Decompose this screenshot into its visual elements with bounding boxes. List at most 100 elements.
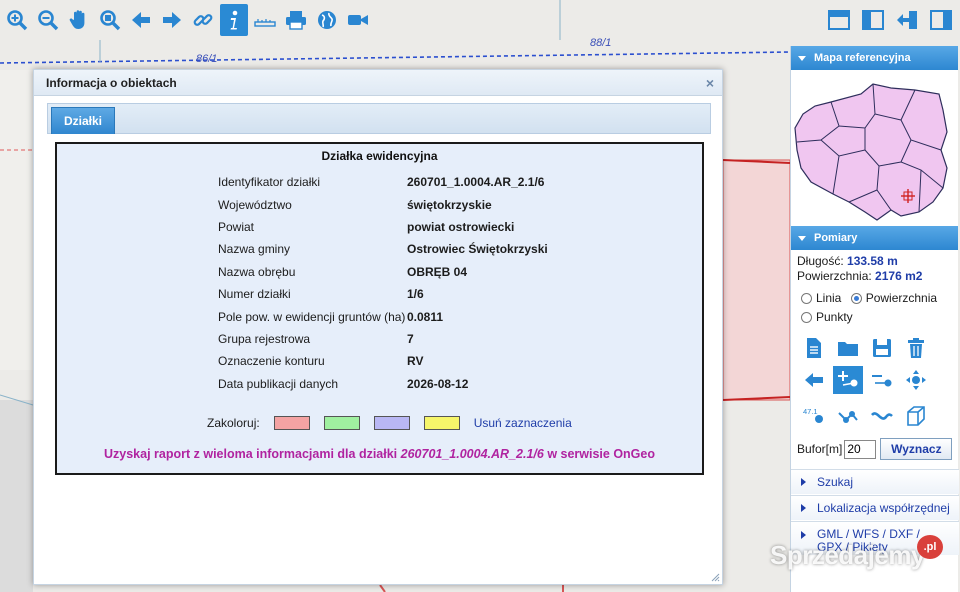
mode-linia-label: Linia — [816, 291, 842, 305]
color-swatch-green[interactable] — [323, 416, 360, 430]
row-label: Nazwa obrębu — [218, 264, 296, 279]
info-icon[interactable] — [220, 4, 248, 36]
parcel-panel: Działka ewidencyjna Identyfikator działk… — [55, 142, 704, 475]
reference-map-header[interactable]: Mapa referencyjna — [791, 46, 958, 70]
row-label: Województwo — [218, 197, 292, 212]
row-label: Identyfikator działki — [218, 175, 321, 190]
search-section-link[interactable]: Szukaj — [791, 469, 959, 494]
attribute-table: Identyfikator działki 260701_1.0004.AR_2.… — [218, 171, 548, 395]
row-value: 260701_1.0004.AR_2.1/6 — [407, 175, 545, 190]
open-folder-icon[interactable] — [833, 334, 863, 362]
right-sidebar: Mapa referencyjna Pomiary Długość: 133.5… — [790, 46, 959, 592]
watermark-logo: Sprzedajemy — [770, 540, 925, 570]
tab-dzialki[interactable]: Działki — [51, 107, 116, 134]
measure-mode-group: Linia Powierzchnia Punkty — [791, 284, 958, 328]
video-camera-icon[interactable] — [344, 4, 372, 36]
table-row: Nazwa gminy Ostrowiec Świętokrzyski — [218, 238, 548, 260]
area-label: Powierzchnia: — [797, 269, 872, 283]
colorize-row: Zakoloruj: Usuń zaznaczenia — [207, 416, 572, 430]
color-swatch-red[interactable] — [273, 416, 310, 430]
export-arrow-icon[interactable] — [892, 6, 922, 34]
forward-arrow-icon[interactable] — [158, 4, 186, 36]
table-row: Grupa rejestrowa 7 — [218, 328, 548, 350]
measurement-results: Długość: 133.58 m Powierzchnia: 2176 m2 — [791, 250, 958, 284]
row-value: 2026-08-12 — [407, 376, 469, 391]
layout-toolbar — [824, 6, 956, 34]
measure-tools-row-1 — [799, 334, 931, 362]
measurements-title: Pomiary — [814, 232, 858, 244]
layout-right-icon[interactable] — [926, 6, 956, 34]
report-parcel-id: 260701_1.0004.AR_2.1/6 — [400, 447, 544, 461]
save-icon[interactable] — [867, 334, 897, 362]
row-value: OBRĘB 04 — [407, 264, 468, 279]
cube-icon[interactable] — [901, 402, 931, 430]
zoom-in-icon[interactable] — [3, 4, 31, 36]
zoom-extent-icon[interactable] — [96, 4, 124, 36]
row-label: Powiat — [218, 219, 255, 234]
caret-right-icon — [801, 531, 806, 539]
mode-punkty-radio[interactable]: Punkty — [801, 309, 853, 326]
new-document-icon[interactable] — [799, 334, 829, 362]
clear-selection-link[interactable]: Usuń zaznaczenia — [474, 416, 572, 430]
point-value-text: 47.1 — [803, 407, 818, 416]
close-icon[interactable]: × — [706, 75, 714, 91]
zoom-out-icon[interactable] — [34, 4, 62, 36]
parcel-label: 88/1 — [590, 37, 612, 49]
row-value: 7 — [407, 331, 414, 346]
compute-buffer-button[interactable]: Wyznacz — [880, 438, 953, 460]
remove-vertex-icon[interactable] — [867, 366, 897, 394]
buffer-input[interactable] — [844, 439, 877, 459]
area-readout: Powierzchnia: 2176 m2 — [797, 269, 952, 284]
mode-powierzchnia-radio[interactable]: Powierzchnia — [850, 290, 937, 307]
row-value: powiat ostrowiecki — [407, 219, 515, 234]
move-cross-icon[interactable] — [901, 366, 931, 394]
watermark-badge: .pl — [917, 535, 943, 559]
row-label: Oznaczenie konturu — [218, 354, 325, 369]
reference-map[interactable] — [791, 70, 958, 226]
measure-tools-row-3: 47.1 — [799, 402, 931, 430]
back-arrow-icon[interactable] — [127, 4, 155, 36]
undo-arrow-icon[interactable] — [799, 366, 829, 394]
row-label: Grupa rejestrowa — [218, 331, 311, 346]
row-value: RV — [407, 354, 424, 369]
coordinate-location-link[interactable]: Lokalizacja współrzędnej — [791, 495, 959, 520]
curve-icon[interactable] — [867, 402, 897, 430]
measure-tools-row-2 — [799, 366, 931, 394]
caret-down-icon — [798, 235, 806, 241]
ruler-icon[interactable] — [251, 4, 279, 36]
table-row: Nazwa obrębu OBRĘB 04 — [218, 261, 548, 283]
resize-grip-icon[interactable] — [710, 572, 720, 582]
row-value: świętokrzyskie — [407, 197, 492, 212]
buffer-label: Bufor[m] — [797, 442, 843, 456]
add-vertex-icon[interactable] — [833, 366, 863, 394]
object-info-dialog: Informacja o obiektach × Działki Działka… — [33, 69, 723, 585]
pan-hand-icon[interactable] — [65, 4, 93, 36]
dialog-header[interactable]: Informacja o obiektach × — [34, 70, 722, 96]
layout-top-icon[interactable] — [824, 6, 854, 34]
color-swatch-blue[interactable] — [373, 416, 410, 430]
point-value-icon[interactable]: 47.1 — [799, 402, 829, 430]
mode-punkty-label: Punkty — [816, 310, 853, 324]
table-row: Numer działki 1/6 — [218, 283, 548, 305]
mode-linia-radio[interactable]: Linia — [801, 290, 841, 307]
table-row: Oznaczenie konturu RV — [218, 350, 548, 372]
row-value: 1/6 — [407, 287, 424, 302]
row-value: Ostrowiec Świętokrzyski — [407, 242, 548, 257]
caret-right-icon — [801, 504, 806, 512]
trash-icon[interactable] — [901, 334, 931, 362]
length-value: 133.58 m — [847, 254, 898, 268]
polyline-icon[interactable] — [833, 402, 863, 430]
table-row: Identyfikator działki 260701_1.0004.AR_2.… — [218, 171, 548, 193]
link-icon[interactable] — [189, 4, 217, 36]
print-icon[interactable] — [282, 4, 310, 36]
layout-left-icon[interactable] — [858, 6, 888, 34]
row-label: Pole pow. w ewidencji gruntów (ha) — [218, 309, 406, 324]
map-toolbar — [3, 4, 372, 38]
ongeo-report-link[interactable]: Uzyskaj raport z wieloma informacjami dl… — [57, 447, 702, 461]
measurements-header[interactable]: Pomiary — [791, 226, 958, 250]
globe-icon[interactable] — [313, 4, 341, 36]
coordinate-location-label: Lokalizacja współrzędnej — [817, 501, 950, 515]
color-swatch-yellow[interactable] — [423, 416, 460, 430]
radio-dot — [801, 293, 812, 304]
parcel-label: 86/1 — [196, 53, 218, 65]
